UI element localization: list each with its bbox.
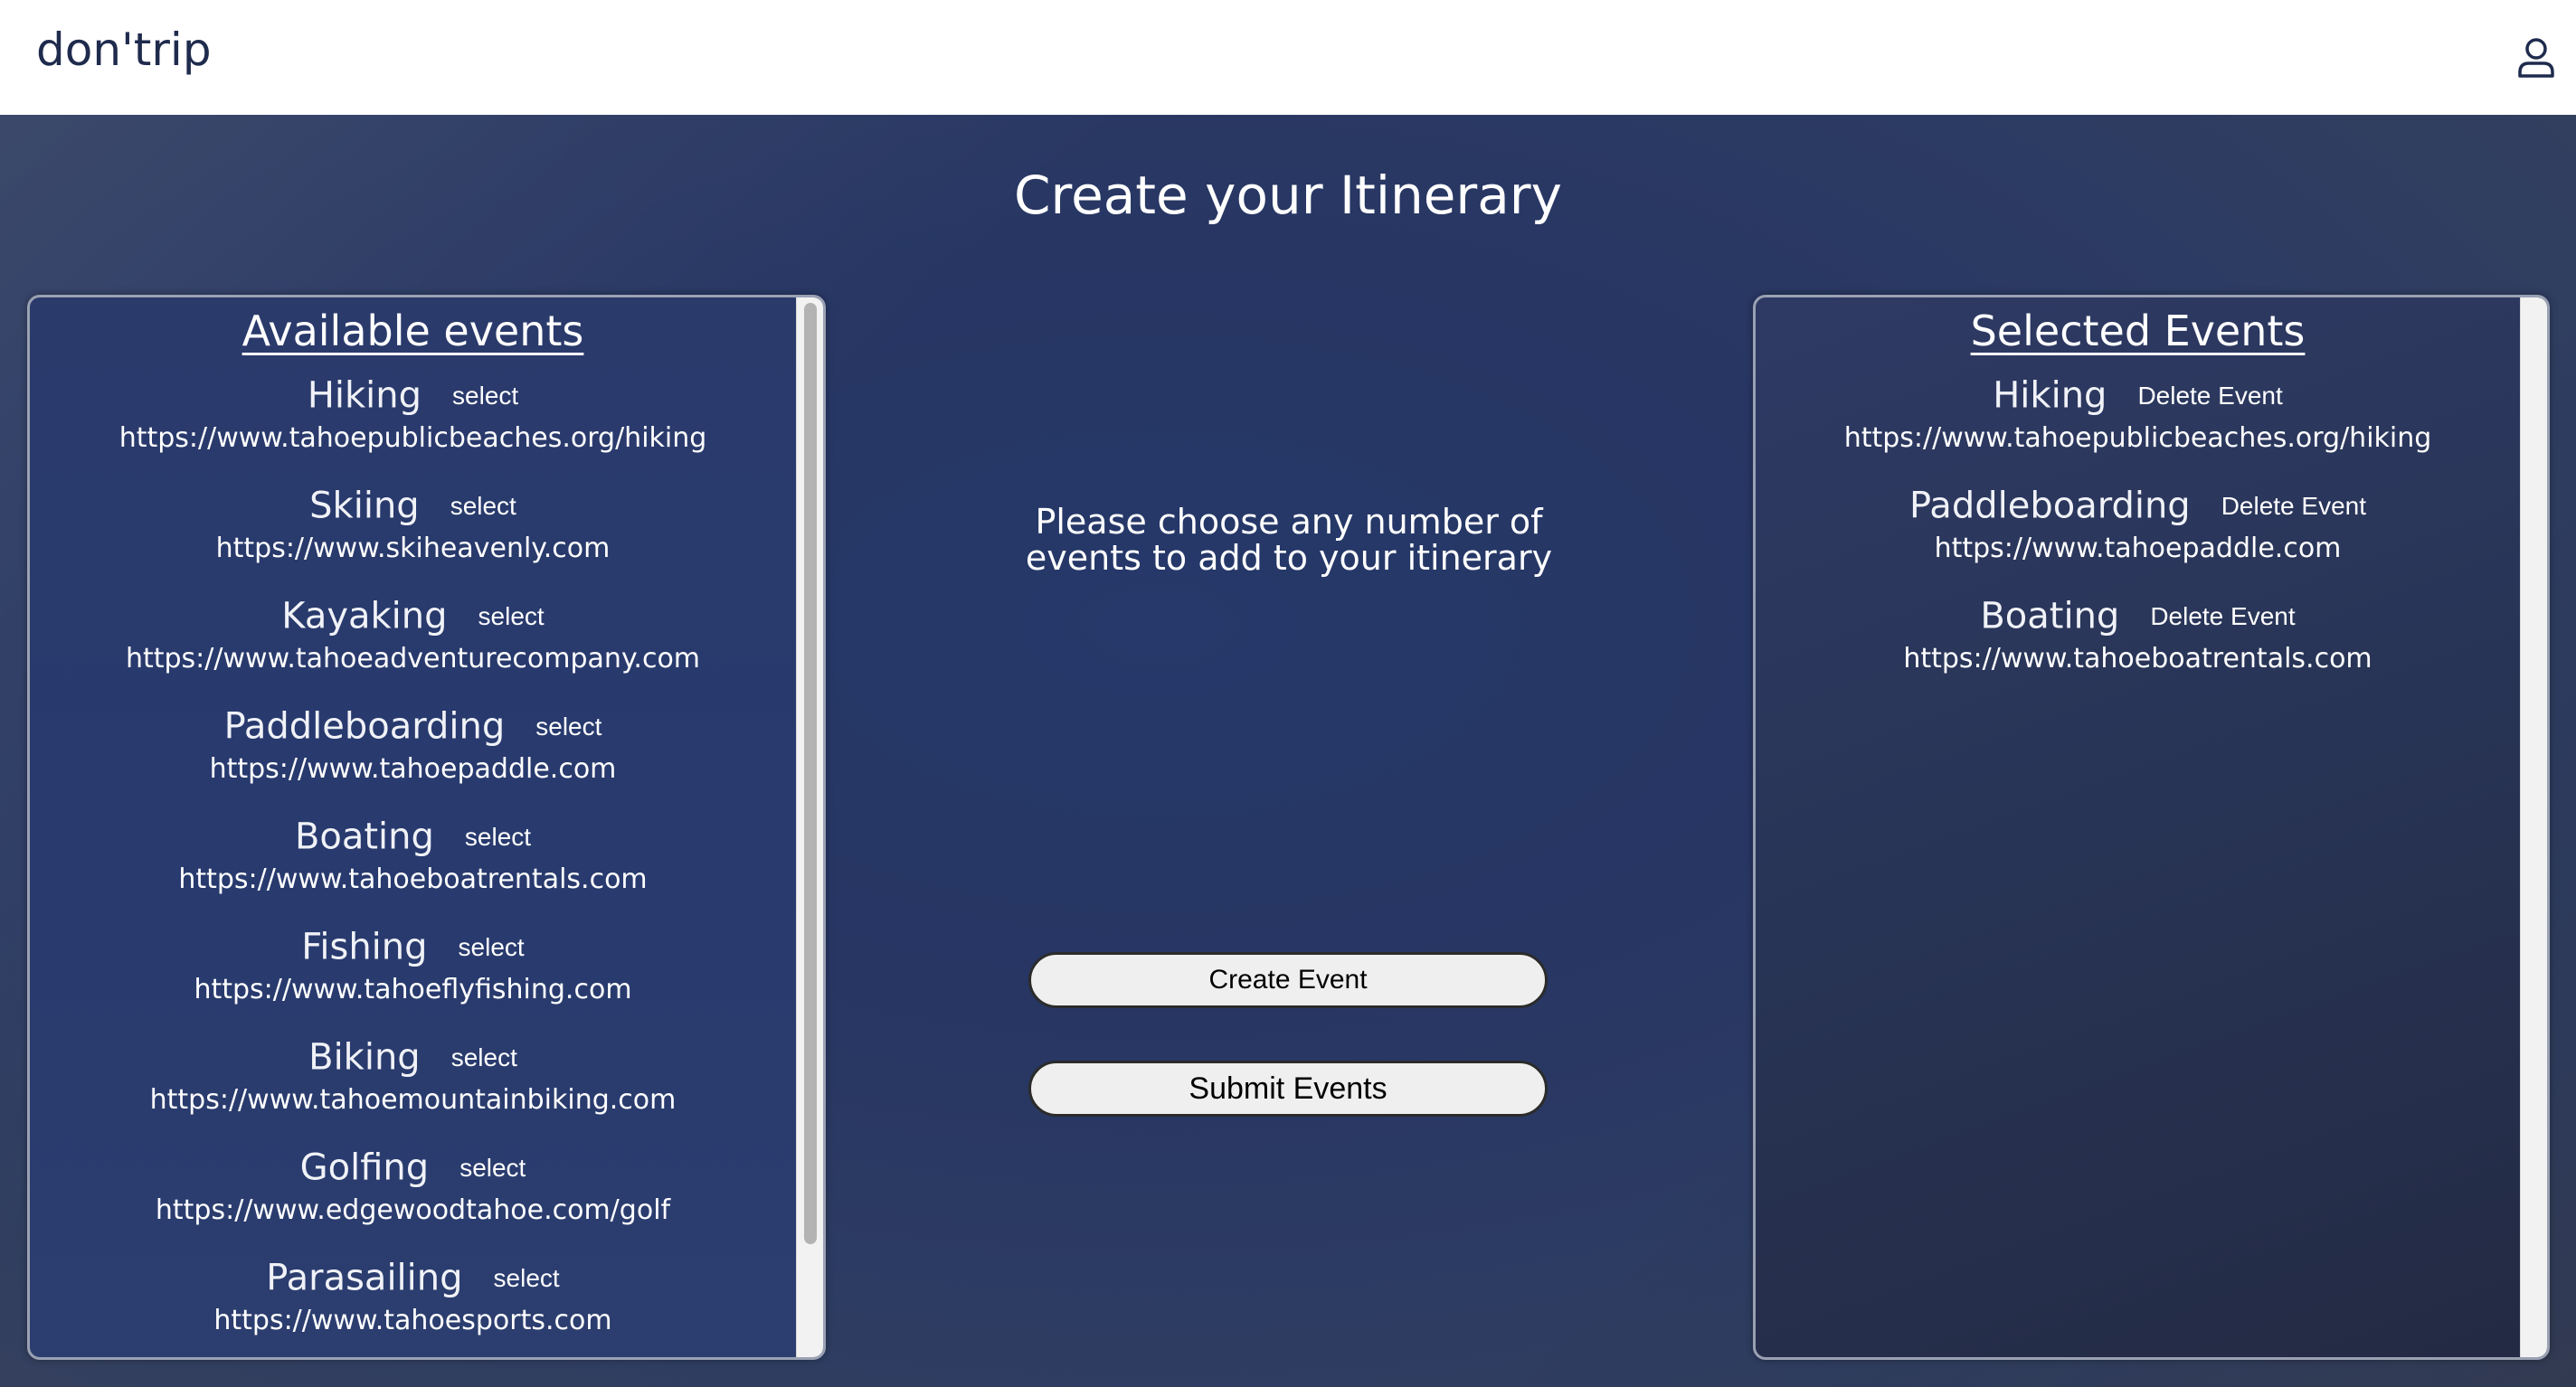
available-event-item: Boating select https://www.tahoeboatrental…: [30, 811, 796, 921]
available-event-item: Hiking select https://www.tahoepublicbeach…: [30, 370, 796, 480]
select-event-button[interactable]: select: [478, 602, 545, 630]
selected-events-panel: Selected Events Hiking Delete Event https:…: [1753, 295, 2550, 1360]
event-row: Boating Delete Event: [1980, 590, 2295, 641]
event-row: Skiing select: [309, 480, 516, 531]
available-event-item: Kayaking select https://www.tahoeadventure…: [30, 590, 796, 701]
available-event-item: Golfing select https://www.edgewoodtahoe.c…: [30, 1142, 796, 1252]
available-event-item: Skiing select https://www.skiheavenly.com: [30, 480, 796, 590]
event-name: Kayaking: [281, 595, 448, 637]
event-url-link[interactable]: https://www.tahoesports.com: [30, 1303, 796, 1339]
available-events-heading: Available events: [242, 307, 584, 355]
event-url-link[interactable]: https://www.tahoepaddle.com: [1756, 531, 2520, 567]
event-name: Paddleboarding: [223, 705, 506, 748]
available-event-item: Paddleboarding select https://www.tahoepad…: [30, 701, 796, 811]
event-url-link[interactable]: https://www.tahoeboatrentals.com: [30, 862, 796, 898]
available-events-panel: Available events Hiking select https://www…: [27, 295, 826, 1360]
event-url-link[interactable]: https://www.tahoeadventurecompany.com: [30, 641, 796, 677]
event-name: Hiking: [1993, 374, 2107, 417]
available-event-item: Biking select https://www.tahoemountainbik…: [30, 1032, 796, 1142]
top-nav-bar: don'trip: [0, 0, 2576, 115]
event-url-link[interactable]: https://www.tahoepaddle.com: [30, 751, 796, 788]
event-name: Boating: [1980, 595, 2120, 637]
event-row: Fishing select: [301, 921, 524, 972]
select-event-button[interactable]: select: [459, 1154, 526, 1182]
event-row: Biking select: [308, 1032, 517, 1082]
instructions-text: Please choose any number of events to ad…: [1025, 502, 1553, 578]
event-url-link[interactable]: https://www.tahoeboatrentals.com: [1756, 641, 2520, 677]
delete-event-button[interactable]: Delete Event: [2137, 382, 2282, 410]
event-row: Paddleboarding select: [224, 701, 602, 751]
event-name: Golfing: [299, 1146, 430, 1189]
selected-events-scrollbar[interactable]: [2520, 297, 2547, 1357]
event-url-link[interactable]: https://www.edgewoodtahoe.com/golf: [30, 1193, 796, 1229]
event-row: Hiking Delete Event: [1993, 370, 2283, 420]
select-event-button[interactable]: select: [450, 492, 516, 520]
user-icon[interactable]: [2516, 36, 2556, 80]
event-row: Kayaking select: [281, 590, 544, 641]
submit-events-button[interactable]: Submit Events: [1028, 1061, 1548, 1117]
delete-event-button[interactable]: Delete Event: [2150, 602, 2295, 630]
available-event-item: Fishing select https://www.tahoeflyfishing…: [30, 921, 796, 1032]
select-event-button[interactable]: select: [465, 823, 531, 851]
selected-event-item: Hiking Delete Event https://www.tahoepubli…: [1756, 370, 2520, 480]
event-name: Biking: [308, 1036, 421, 1079]
selected-event-item: Boating Delete Event https://www.tahoeboat…: [1756, 590, 2520, 701]
event-name: Fishing: [301, 926, 428, 968]
event-url-link[interactable]: https://www.skiheavenly.com: [30, 531, 796, 567]
delete-event-button[interactable]: Delete Event: [2221, 492, 2366, 520]
event-url-link[interactable]: https://www.tahoepublicbeaches.org/hikin…: [1756, 420, 2520, 457]
event-row: Golfing select: [300, 1142, 526, 1193]
select-event-button[interactable]: select: [535, 712, 601, 741]
event-name: Parasailing: [266, 1257, 463, 1299]
selected-events-heading: Selected Events: [1970, 307, 2306, 355]
event-row: Hiking select: [308, 370, 518, 420]
event-url-link[interactable]: https://www.tahoepublicbeaches.org/hikin…: [30, 420, 796, 457]
selected-events-list: Hiking Delete Event https://www.tahoepubli…: [1756, 370, 2520, 701]
event-row: Parasailing select: [266, 1252, 559, 1303]
event-name: Paddleboarding: [1908, 485, 2191, 527]
main-content: Create your Itinerary Available events H…: [0, 115, 2576, 1387]
available-events-list: Hiking select https://www.tahoepublicbeach…: [30, 370, 796, 1357]
available-event-item: Parasailing select https://www.tahoesports…: [30, 1252, 796, 1357]
select-event-button[interactable]: select: [494, 1264, 560, 1292]
event-name: Skiing: [309, 485, 420, 527]
brand-logo[interactable]: don'trip: [36, 24, 212, 76]
event-row: Paddleboarding Delete Event: [1909, 480, 2366, 531]
event-name: Boating: [294, 816, 434, 858]
selected-event-item: Paddleboarding Delete Event https://www.ta…: [1756, 480, 2520, 590]
select-event-button[interactable]: select: [452, 382, 518, 410]
page-title: Create your Itinerary: [1014, 165, 1562, 226]
select-event-button[interactable]: select: [451, 1043, 517, 1071]
event-name: Hiking: [307, 374, 422, 417]
scrollbar-thumb[interactable]: [804, 303, 817, 1244]
event-row: Boating select: [295, 811, 531, 862]
available-events-scrollbar[interactable]: [796, 297, 823, 1357]
event-url-link[interactable]: https://www.tahoeflyfishing.com: [30, 972, 796, 1008]
create-event-button[interactable]: Create Event: [1028, 952, 1548, 1008]
select-event-button[interactable]: select: [459, 933, 525, 961]
event-url-link[interactable]: https://www.tahoemountainbiking.com: [30, 1082, 796, 1118]
